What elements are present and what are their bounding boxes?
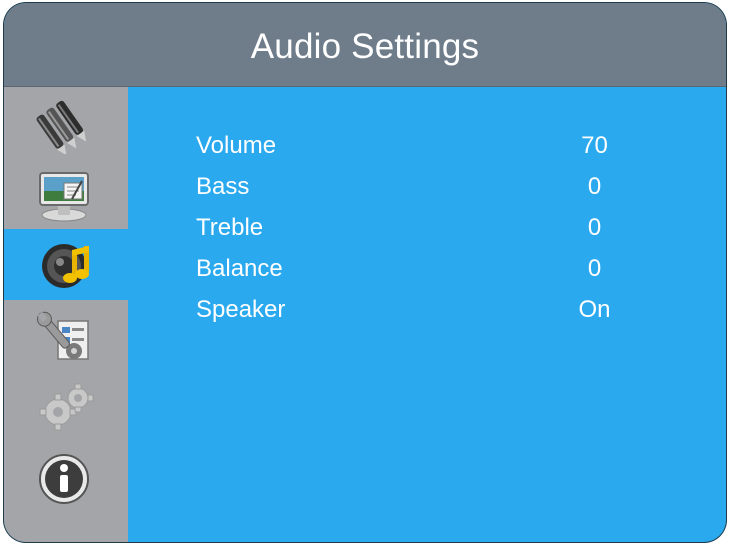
setting-row-volume[interactable]: Volume 70 xyxy=(128,126,726,166)
sidebar-item-pens[interactable] xyxy=(4,87,128,158)
setting-label: Volume xyxy=(196,132,277,159)
setting-value: On xyxy=(578,296,611,323)
setting-value: 0 xyxy=(587,173,602,200)
sidebar-item-system[interactable] xyxy=(4,371,128,442)
sidebar-item-picture[interactable] xyxy=(4,158,128,229)
picture-monitor-icon xyxy=(39,172,89,222)
setting-row-bass[interactable]: Bass 0 xyxy=(128,167,726,207)
sidebar xyxy=(4,87,128,542)
setting-row-treble[interactable]: Treble 0 xyxy=(128,208,726,248)
pens-icon xyxy=(36,100,87,154)
setting-label: Bass xyxy=(196,173,250,200)
setting-value: 0 xyxy=(587,255,602,282)
setting-label: Balance xyxy=(196,255,283,282)
settings-panel: Volume 70 Bass 0 Treble 0 Balance 0 Spea… xyxy=(128,87,726,542)
sidebar-item-setup[interactable] xyxy=(4,300,128,371)
osd-menu: Audio Settings Volume 70 Bass 0 Treble 0… xyxy=(4,3,726,542)
setting-row-speaker[interactable]: Speaker On xyxy=(128,290,726,330)
page-title: Audio Settings xyxy=(250,27,480,66)
sidebar-item-info[interactable] xyxy=(4,442,128,513)
header-bar: Audio Settings xyxy=(4,3,726,87)
info-icon xyxy=(39,454,89,504)
setting-label: Speaker xyxy=(196,296,286,323)
setting-row-balance[interactable]: Balance 0 xyxy=(128,249,726,289)
tools-settings-icon xyxy=(36,311,89,360)
gears-icon xyxy=(39,383,94,431)
sidebar-item-audio[interactable] xyxy=(4,229,128,300)
audio-speaker-icon xyxy=(42,244,89,288)
setting-label: Treble xyxy=(196,214,264,241)
setting-value: 0 xyxy=(587,214,602,241)
setting-value: 70 xyxy=(581,132,608,159)
